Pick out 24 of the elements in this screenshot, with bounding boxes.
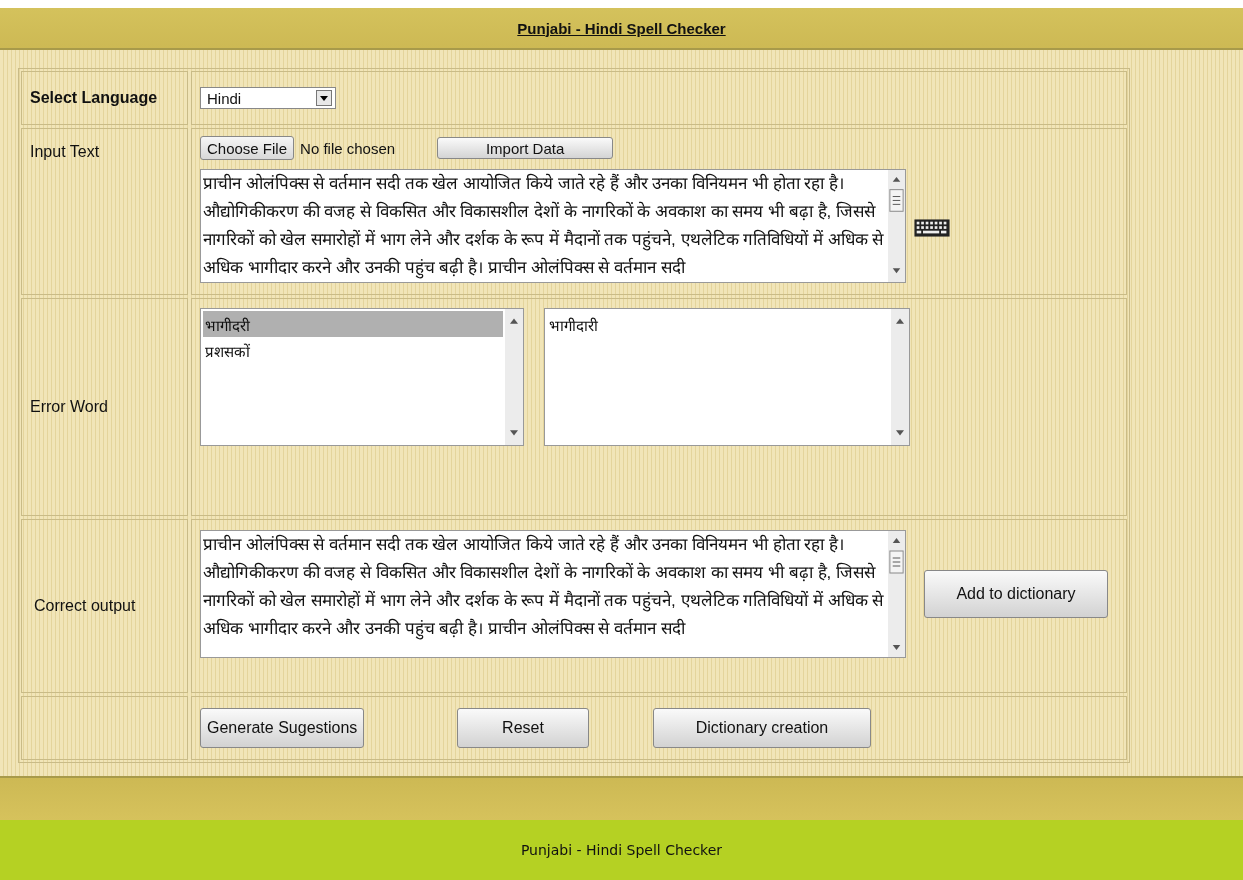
scrollbar[interactable] — [891, 309, 909, 445]
add-to-dictionary-button[interactable]: Add to dictionary — [924, 570, 1108, 618]
field-label: Correct output — [33, 597, 136, 615]
list-item[interactable]: भागीदारी — [547, 311, 889, 337]
page-title: Punjabi - Hindi Spell Checker — [517, 19, 726, 37]
error-word-list[interactable]: भागीदरी प्रशसकों — [200, 308, 524, 446]
action-button[interactable]: Reset — [457, 708, 589, 748]
file-status: No file chosen — [300, 139, 396, 157]
language-dropdown[interactable]: Hindi — [200, 87, 336, 109]
action-button[interactable]: Generate Sugestions — [200, 708, 364, 748]
suggestion-list[interactable]: भागीदारी — [544, 308, 910, 446]
keyboard-icon[interactable] — [912, 219, 952, 237]
action-button[interactable]: Dictionary creation — [653, 708, 871, 748]
scrollbar[interactable] — [888, 530, 906, 658]
choose-file-button[interactable]: Choose File — [200, 136, 295, 160]
footer-text: Punjabi - Hindi Spell Checker — [520, 842, 723, 858]
scrollbar[interactable] — [505, 309, 523, 445]
list-item[interactable]: प्रशसकों — [203, 337, 503, 363]
list-item[interactable]: भागीदरी — [203, 311, 503, 337]
field-label: Input Text — [30, 143, 100, 161]
field-label: Error Word — [30, 398, 108, 416]
output-text-area[interactable]: प्राचीन ओलंपिक्स से वर्तमान सदी तक खेल आयोजित किये जाते रहे हैं और उनका विनियमन भी होता रहा है। औद्योगिकीकरण की वजह से विकसित और विकासशील देशों के नागरिकों के अवकाश का समय भी बढ़ा है, जिससे नागरिकों को खेल समारोहों में भाग लेने और दर्शक के रूप में मैदानों तक पहुंचने, एथलेटिक गतिविधियों में अधिक से अधिक भागीदार करने और उनकी पहुंच बढ़ी है। प्राचीन ओलंपिक्स से वर्तमान सदी — [200, 530, 888, 658]
import-data-button[interactable]: Import Data — [437, 137, 614, 159]
field-label: Select Language — [30, 89, 158, 107]
